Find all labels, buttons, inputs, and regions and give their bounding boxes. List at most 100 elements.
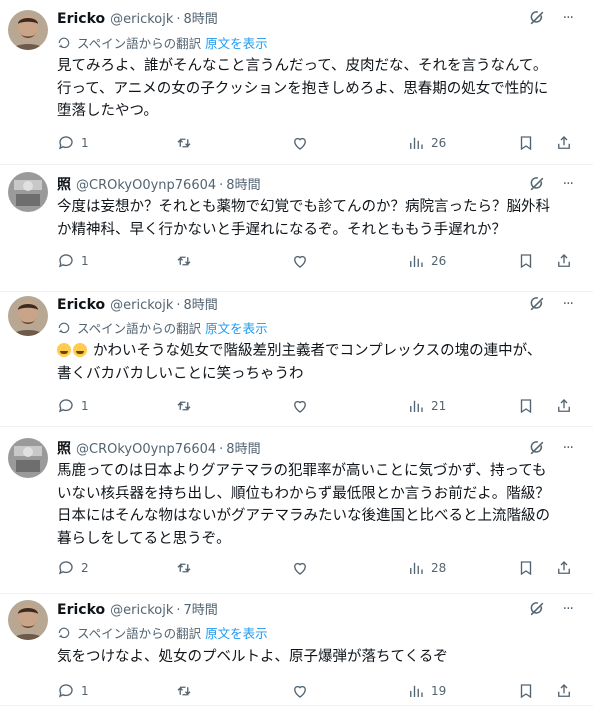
views-button[interactable]: 19: [407, 681, 446, 701]
author-name[interactable]: Ericko: [57, 11, 105, 27]
tweet-top-right-icons: ···: [527, 438, 574, 458]
tweet-text: 今度は妄想か？それとも薬物で幻覚でも診てんのか？病院言ったら？脳外科 か精神科、早…: [57, 196, 587, 241]
tweet-header: Ericko @erickojk · 8時間: [57, 10, 218, 29]
share-icon: [558, 561, 570, 574]
tweet: Ericko @erickojk · 8時間 ··· スペイン語からの翻訳 原文を表示 見てみ…: [0, 0, 593, 165]
author-handle[interactable]: @CROkyO0ynp76604: [76, 442, 216, 457]
show-original-link[interactable]: 原文を表示: [205, 36, 268, 51]
grok-icon[interactable]: [527, 174, 547, 194]
avatar[interactable]: [8, 10, 48, 50]
bookmark-icon: [520, 136, 532, 151]
avatar[interactable]: [8, 600, 48, 640]
tweet-text-line: 馬鹿ってのは日本よりグアテマラの犯罪率が高いことに気づかず、持っても: [57, 460, 587, 483]
grok-icon[interactable]: [527, 294, 547, 314]
grok-icon[interactable]: [527, 8, 547, 28]
like-button[interactable]: [291, 396, 309, 416]
view-count: 28: [431, 561, 447, 575]
bookmark-button[interactable]: [517, 558, 535, 578]
heart-icon: [294, 137, 306, 150]
timestamp[interactable]: 8時間: [226, 442, 260, 457]
author-name[interactable]: Ericko: [57, 297, 105, 313]
avatar[interactable]: [8, 172, 48, 212]
heart-icon: [294, 685, 306, 698]
views-button[interactable]: 26: [407, 251, 446, 271]
tweet-text-line: いない核兵器を持ち出し、順位もわからず最低限とか言うお前だよ。階級？: [57, 483, 587, 506]
views-button[interactable]: 26: [407, 133, 446, 153]
bookmark-icon: [520, 399, 532, 414]
reply-button[interactable]: 1: [57, 396, 89, 416]
bookmark-button[interactable]: [517, 251, 535, 271]
bookmark-button[interactable]: [517, 396, 535, 416]
analytics-icon: [410, 400, 423, 412]
tweet-text: かわいそうな処女で階級差別主義者でコンプレックスの塊の連中が、 書くバカバカしいこ…: [57, 340, 587, 385]
reply-button[interactable]: 1: [57, 681, 89, 701]
share-button[interactable]: [555, 396, 573, 416]
like-button[interactable]: [291, 251, 309, 271]
show-original-link[interactable]: 原文を表示: [205, 626, 268, 641]
like-button[interactable]: [291, 558, 309, 578]
tweet-top-right-icons: ···: [527, 599, 574, 619]
author-handle[interactable]: @erickojk: [110, 603, 173, 618]
tweet: 照 @CROkyO0ynp76604 · 8時間 ··· 今度は妄想か？それとも薬物で幻覚…: [0, 165, 593, 292]
reply-icon: [58, 561, 73, 575]
avatar[interactable]: [8, 438, 48, 478]
tweet-text-segment: か精神科、早く行かないと手遅れになるぞ。それとももう手遅れか？: [57, 221, 507, 238]
share-button[interactable]: [555, 558, 573, 578]
author-name[interactable]: Ericko: [57, 602, 105, 618]
retweet-button[interactable]: [175, 681, 193, 701]
share-button[interactable]: [555, 681, 573, 701]
more-options-icon[interactable]: ···: [563, 176, 574, 192]
more-options-icon[interactable]: ···: [563, 296, 574, 312]
tweet-text-line: 書くバカバカしいことに笑っちゃうわ: [57, 363, 587, 386]
bookmark-button[interactable]: [517, 133, 535, 153]
tweet-header: Ericko @erickojk · 8時間: [57, 296, 218, 315]
grok-icon[interactable]: [527, 599, 547, 619]
separator-dot: ·: [219, 442, 224, 457]
tweet-text-segment: いない核兵器を持ち出し、順位もわからず最低限とか言うお前だよ。階級？: [57, 485, 550, 502]
timestamp[interactable]: 8時間: [184, 298, 218, 313]
translation-notice: スペイン語からの翻訳 原文を表示: [57, 625, 268, 643]
bookmark-icon: [520, 561, 532, 576]
bookmark-button[interactable]: [517, 681, 535, 701]
author-name[interactable]: 照: [57, 177, 71, 193]
timestamp[interactable]: 8時間: [226, 178, 260, 193]
reply-button[interactable]: 2: [57, 558, 89, 578]
translate-icon: [58, 627, 70, 639]
reply-button[interactable]: 1: [57, 251, 89, 271]
views-button[interactable]: 28: [407, 558, 446, 578]
retweet-button[interactable]: [175, 396, 193, 416]
tweet-text-segment: 日本にはそんな物はないがグアテマラみたいな後進国と比べると上流階級の: [57, 508, 550, 524]
retweet-button[interactable]: [175, 558, 193, 578]
author-handle[interactable]: @erickojk: [110, 12, 173, 27]
tweet-text-segment: 暮らしをしてると思うぞ。: [57, 530, 231, 547]
share-button[interactable]: [555, 251, 573, 271]
share-icon: [558, 136, 570, 149]
translation-notice: スペイン語からの翻訳 原文を表示: [57, 320, 268, 338]
author-handle[interactable]: @erickojk: [110, 298, 173, 313]
more-options-icon[interactable]: ···: [563, 10, 574, 26]
grok-icon[interactable]: [527, 438, 547, 458]
more-options-icon[interactable]: ···: [563, 440, 574, 456]
tweet: Ericko @erickojk · 7時間 ··· スペイン語からの翻訳 原文を表示 気をつ…: [0, 594, 593, 706]
timestamp[interactable]: 8時間: [184, 12, 218, 27]
retweet-button[interactable]: [175, 251, 193, 271]
tweet: Ericko @erickojk · 8時間 ··· スペイン語からの翻訳 原文を表示 かわい…: [0, 292, 593, 427]
view-count: 21: [431, 399, 447, 413]
like-button[interactable]: [291, 681, 309, 701]
views-button[interactable]: 21: [407, 396, 446, 416]
tweet-text-line: 堕落したやつ。: [57, 100, 587, 123]
timestamp[interactable]: 7時間: [184, 603, 218, 618]
reply-button[interactable]: 1: [57, 133, 89, 153]
tweet-text-segment: 馬鹿ってのは日本よりグアテマラの犯罪率が高いことに気づかず、持っても: [57, 463, 547, 479]
tweet-text: 気をつけなよ、処女のプベルトよ、原子爆弾が落ちてくるぞ: [57, 646, 587, 669]
retweet-button[interactable]: [175, 133, 193, 153]
share-button[interactable]: [555, 133, 573, 153]
like-button[interactable]: [291, 133, 309, 153]
show-original-link[interactable]: 原文を表示: [205, 321, 268, 336]
author-name[interactable]: 照: [57, 441, 71, 457]
author-handle[interactable]: @CROkyO0ynp76604: [76, 178, 216, 193]
tweet-actions: 1 21: [57, 396, 587, 416]
tweet-text-line: 暮らしをしてると思うぞ。: [57, 528, 587, 551]
avatar[interactable]: [8, 296, 48, 336]
more-options-icon[interactable]: ···: [563, 601, 574, 617]
